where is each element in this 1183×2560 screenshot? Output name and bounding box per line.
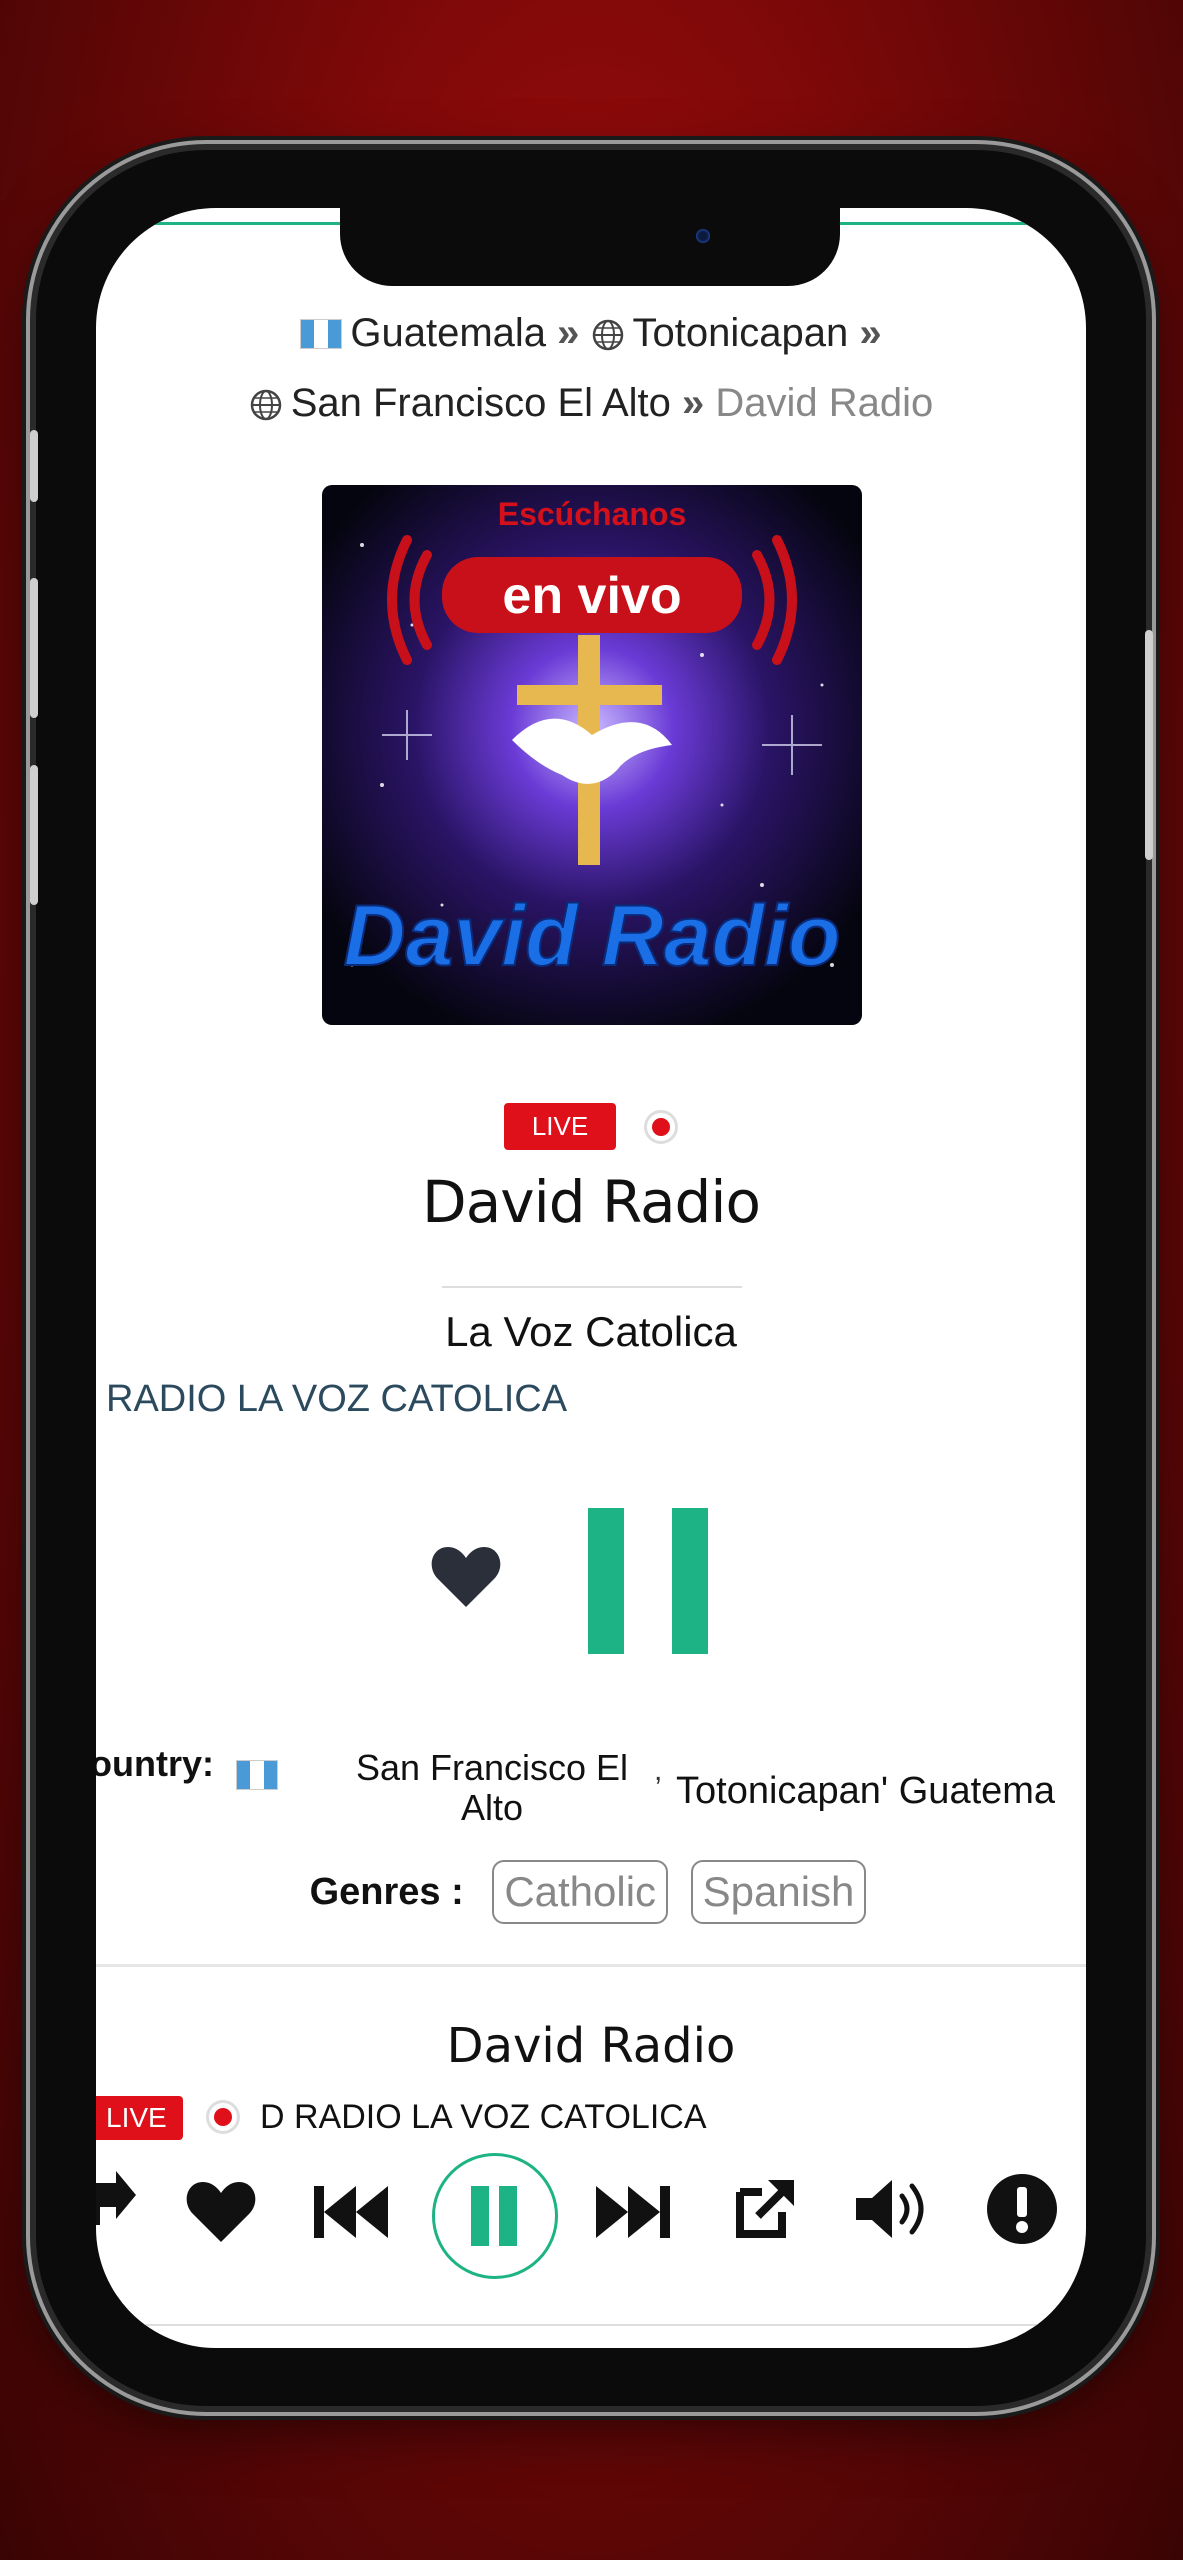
breadcrumb-city[interactable]: San Francisco El Alto <box>291 381 671 425</box>
genres-row: Genres : Catholic Spanish <box>96 1860 1086 1924</box>
external-link-icon[interactable] <box>732 2176 796 2240</box>
now-playing-marquee: RADIO LA VOZ CATOLICA <box>106 1378 568 1420</box>
previous-icon[interactable] <box>314 2186 388 2238</box>
phone-side-button <box>30 765 38 905</box>
heart-icon[interactable] <box>184 2178 258 2244</box>
mini-now-playing: D RADIO LA VOZ CATOLICA <box>260 2098 707 2136</box>
next-icon[interactable] <box>596 2186 670 2238</box>
pause-icon[interactable] <box>432 2153 558 2279</box>
app-screen: Guatemala » Totonicapan » San Francisco … <box>96 208 1086 2348</box>
cover-top-text: Escúchanos <box>498 496 687 532</box>
cover-middle-text: en vivo <box>502 567 681 625</box>
genres-label: Genres : <box>309 1870 464 1913</box>
guatemala-flag-icon <box>300 319 343 349</box>
mini-player-title: David Radio <box>446 2018 736 2074</box>
city-name[interactable]: San Francisco El Alto <box>332 1748 652 1828</box>
breadcrumb: Guatemala » Totonicapan » San Francisco … <box>96 298 1086 438</box>
globe-icon <box>250 389 281 421</box>
country-label: ountry: <box>96 1743 214 1784</box>
breadcrumb-country[interactable]: Guatemala <box>350 311 546 355</box>
breadcrumb-separator: » <box>859 311 882 355</box>
phone-notch <box>340 208 840 286</box>
breadcrumb-separator: » <box>682 381 705 425</box>
mini-recording-indicator-icon <box>206 2100 240 2134</box>
recording-indicator-icon <box>644 1109 679 1144</box>
genre-chip-catholic[interactable]: Catholic <box>492 1860 669 1924</box>
station-slogan: La Voz Catolica <box>445 1308 737 1355</box>
phone-side-button <box>30 430 38 502</box>
station-cover-image: Escúchanos en vivo David Radio <box>322 485 862 1025</box>
title-divider <box>442 1286 742 1288</box>
volume-icon[interactable] <box>856 2178 932 2240</box>
breadcrumb-current: David Radio <box>715 381 934 425</box>
section-divider <box>96 1964 1086 1967</box>
breadcrumb-region[interactable]: Totonicapan <box>633 311 849 355</box>
cover-bottom-text: David Radio <box>344 888 841 984</box>
country-row: ountry: <box>96 1743 286 1790</box>
live-badge: LIVE <box>503 1103 617 1150</box>
phone-side-button <box>1145 630 1153 860</box>
city-line-2: Alto <box>460 1787 524 1828</box>
share-icon[interactable] <box>96 2163 136 2233</box>
guatemala-flag-icon <box>236 1760 278 1790</box>
live-status-row: LIVE <box>96 1103 1086 1150</box>
genre-chip-spanish[interactable]: Spanish <box>690 1860 867 1924</box>
breadcrumb-separator: » <box>557 311 580 355</box>
mini-live-badge: LIVE <box>96 2096 183 2140</box>
globe-icon <box>592 319 623 351</box>
favorite-heart-icon[interactable] <box>430 1543 502 1609</box>
phone-side-button <box>30 578 38 718</box>
pause-bar-right <box>672 1508 708 1654</box>
play-pause-button[interactable] <box>588 1508 708 1654</box>
station-name: David Radio <box>422 1168 761 1236</box>
region-country[interactable]: Totonicapan' Guatema <box>676 1770 1055 1813</box>
alert-icon[interactable] <box>986 2173 1058 2245</box>
location-separator: , <box>654 1754 663 1787</box>
pause-bar-left <box>588 1508 624 1654</box>
camera-icon <box>696 229 710 243</box>
bottom-divider <box>96 2324 1086 2326</box>
mini-live-badge-wrap: LIVE <box>96 2096 183 2140</box>
city-line-1: San Francisco El <box>355 1747 629 1788</box>
